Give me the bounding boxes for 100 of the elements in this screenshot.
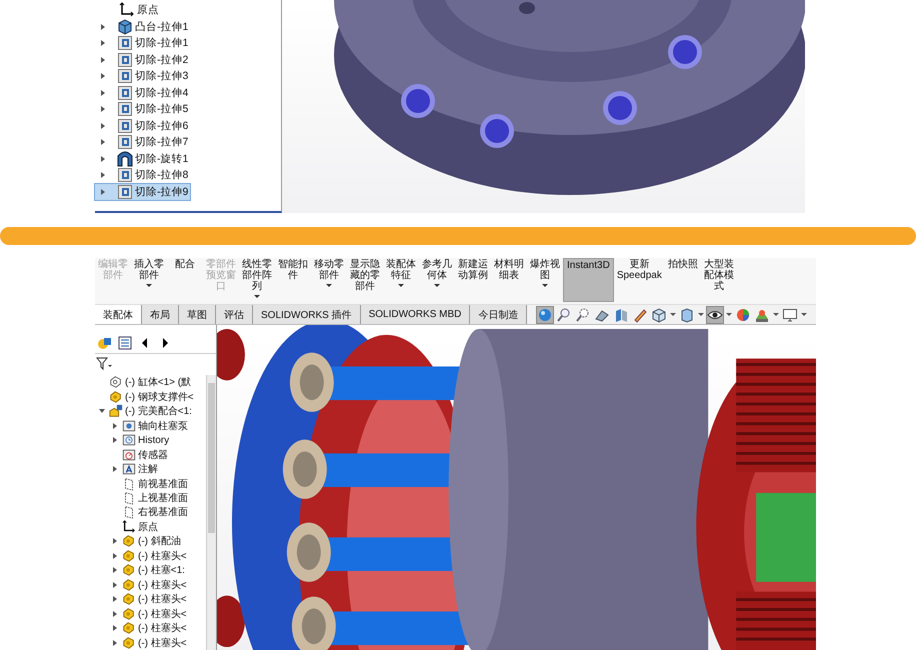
- ribbon-button[interactable]: 配合: [167, 258, 203, 302]
- tree-item[interactable]: (-) 柱塞头<: [95, 548, 189, 564]
- ribbon-button[interactable]: 插入零部件: [131, 258, 167, 302]
- tree-item[interactable]: 注解: [95, 462, 160, 476]
- tree-item[interactable]: 前视基准面: [95, 476, 190, 491]
- tree-item[interactable]: 上视基准面: [95, 490, 190, 506]
- expand-arrow-icon[interactable]: [113, 466, 117, 472]
- tab[interactable]: 评估: [216, 305, 253, 324]
- eye-icon[interactable]: [707, 306, 724, 322]
- part-icon: [109, 390, 123, 404]
- feature-manager-icon[interactable]: [97, 335, 113, 351]
- color-wheel-icon[interactable]: [735, 306, 752, 322]
- zoom-area-icon[interactable]: [575, 306, 592, 322]
- tree-item[interactable]: 原点: [95, 2, 161, 18]
- tree-item[interactable]: 切除-拉伸5: [95, 101, 190, 118]
- expand-arrow-icon[interactable]: [101, 90, 105, 96]
- tree-item[interactable]: 凸台-拉伸1: [95, 18, 190, 35]
- tree-item[interactable]: (-) 柱塞头<: [95, 635, 189, 650]
- tree-item[interactable]: (-) 柱塞<1:: [95, 563, 187, 578]
- ribbon-button[interactable]: 参考几何体: [419, 258, 455, 302]
- view-cube-icon[interactable]: [651, 306, 668, 322]
- ribbon-button[interactable]: 显示隐藏的零部件: [347, 258, 383, 302]
- ribbon-button[interactable]: 爆炸视图: [527, 258, 563, 302]
- expand-arrow-icon[interactable]: [113, 640, 117, 646]
- expand-arrow-icon[interactable]: [101, 73, 105, 80]
- tree-item[interactable]: (-) 柱塞头<: [95, 578, 189, 592]
- tree-item[interactable]: (-) 柱塞头<: [95, 592, 189, 606]
- expand-arrow-icon[interactable]: [113, 538, 117, 544]
- expand-arrow-icon[interactable]: [113, 582, 117, 588]
- caret-icon[interactable]: [773, 313, 780, 316]
- tree-item[interactable]: 切除-拉伸9: [95, 184, 190, 200]
- expand-arrow-icon[interactable]: [101, 40, 105, 46]
- tree-item[interactable]: History: [95, 432, 172, 448]
- collapse-arrow-icon[interactable]: [99, 409, 105, 414]
- ribbon-button[interactable]: 新建运动算例: [455, 258, 491, 302]
- zoom-icon[interactable]: [556, 306, 572, 322]
- tree-item[interactable]: 原点: [95, 520, 160, 534]
- tree-item[interactable]: 切除-拉伸3: [95, 68, 190, 84]
- tree-item[interactable]: 右视基准面: [95, 505, 190, 520]
- expand-arrow-icon[interactable]: [101, 156, 105, 162]
- tree-item[interactable]: (-) 斜配油: [95, 534, 183, 549]
- property-list-icon[interactable]: [117, 335, 133, 351]
- expand-arrow-icon[interactable]: [113, 596, 117, 602]
- tab[interactable]: 草图: [179, 305, 216, 324]
- expand-arrow-icon[interactable]: [101, 188, 105, 195]
- caret-icon[interactable]: [726, 313, 732, 316]
- expand-arrow-icon[interactable]: [101, 56, 105, 63]
- ribbon-button[interactable]: 装配体特征: [383, 258, 419, 302]
- expand-arrow-icon[interactable]: [101, 172, 105, 178]
- expand-arrow-icon[interactable]: [101, 139, 105, 146]
- tree-item[interactable]: 切除-拉伸8: [95, 167, 190, 184]
- tree-item[interactable]: 切除-拉伸6: [95, 118, 190, 134]
- tree-item[interactable]: (-) 柱塞头<: [95, 606, 189, 621]
- part-icon: [122, 563, 136, 578]
- ribbon-button[interactable]: 移动零部件: [311, 258, 347, 302]
- tree-item[interactable]: 切除-拉伸1: [95, 35, 190, 52]
- axes-icon: [119, 2, 135, 18]
- cut-feature-icon: [117, 118, 133, 134]
- axes-icon: [122, 520, 136, 534]
- tab[interactable]: SOLIDWORKS 插件: [253, 305, 361, 324]
- sphere-icon[interactable]: [537, 306, 554, 322]
- tree-item[interactable]: (-) 钢球支撑件<: [95, 389, 196, 404]
- ribbon-button[interactable]: 线性零部件阵列: [239, 258, 275, 302]
- ribbon-button[interactable]: 拍快照: [664, 258, 701, 302]
- expand-arrow-icon[interactable]: [113, 437, 117, 444]
- ribbon-button[interactable]: 更新Speedpak: [614, 258, 665, 302]
- ribbon-button[interactable]: 大型装配体模式: [700, 258, 737, 302]
- tab[interactable]: 布局: [142, 305, 179, 324]
- tree-item[interactable]: (-) 柱塞头<: [95, 620, 189, 636]
- expand-arrow-icon[interactable]: [113, 567, 117, 574]
- expand-arrow-icon[interactable]: [101, 122, 105, 129]
- cut-feature-icon: [117, 68, 133, 84]
- tree-item[interactable]: 轴向柱塞泵: [95, 418, 190, 433]
- expand-arrow-icon[interactable]: [113, 552, 117, 559]
- expand-arrow-icon[interactable]: [113, 422, 117, 429]
- tab[interactable]: 今日制造: [470, 305, 528, 324]
- tree-item[interactable]: 切除-拉伸4: [95, 84, 190, 101]
- tree-item[interactable]: 切除-旋转1: [95, 150, 190, 167]
- ribbon-button[interactable]: 材料明细表: [491, 258, 527, 302]
- tree-item[interactable]: 切除-拉伸2: [95, 52, 190, 68]
- expand-arrow-icon[interactable]: [113, 625, 117, 632]
- ribbon-button[interactable]: 智能扣件: [275, 258, 311, 302]
- tree-item[interactable]: (-) 缸体<1> (默: [95, 375, 194, 390]
- tree-item[interactable]: 切除-拉伸7: [95, 134, 190, 150]
- ribbon-button[interactable]: Instant3D: [563, 258, 614, 302]
- expand-arrow-icon[interactable]: [101, 106, 105, 112]
- expand-arrow-icon[interactable]: [101, 24, 105, 30]
- scrollbar[interactable]: [206, 375, 216, 650]
- section-view-icon[interactable]: [613, 306, 630, 322]
- scrollbar-thumb[interactable]: [208, 383, 215, 533]
- expand-arrow-icon[interactable]: [113, 610, 117, 617]
- cut-feature-icon: [117, 101, 133, 118]
- caret-icon[interactable]: [670, 313, 676, 316]
- tree-item[interactable]: 传感器: [95, 447, 170, 462]
- tab[interactable]: SOLIDWORKS MBD: [360, 305, 470, 324]
- caret-icon[interactable]: [801, 313, 808, 316]
- filter-icon[interactable]: [96, 357, 112, 371]
- tab[interactable]: 装配体: [95, 305, 142, 324]
- tree-item[interactable]: (-) 完美配合<1:: [95, 404, 194, 418]
- monitor-icon[interactable]: [782, 306, 798, 322]
